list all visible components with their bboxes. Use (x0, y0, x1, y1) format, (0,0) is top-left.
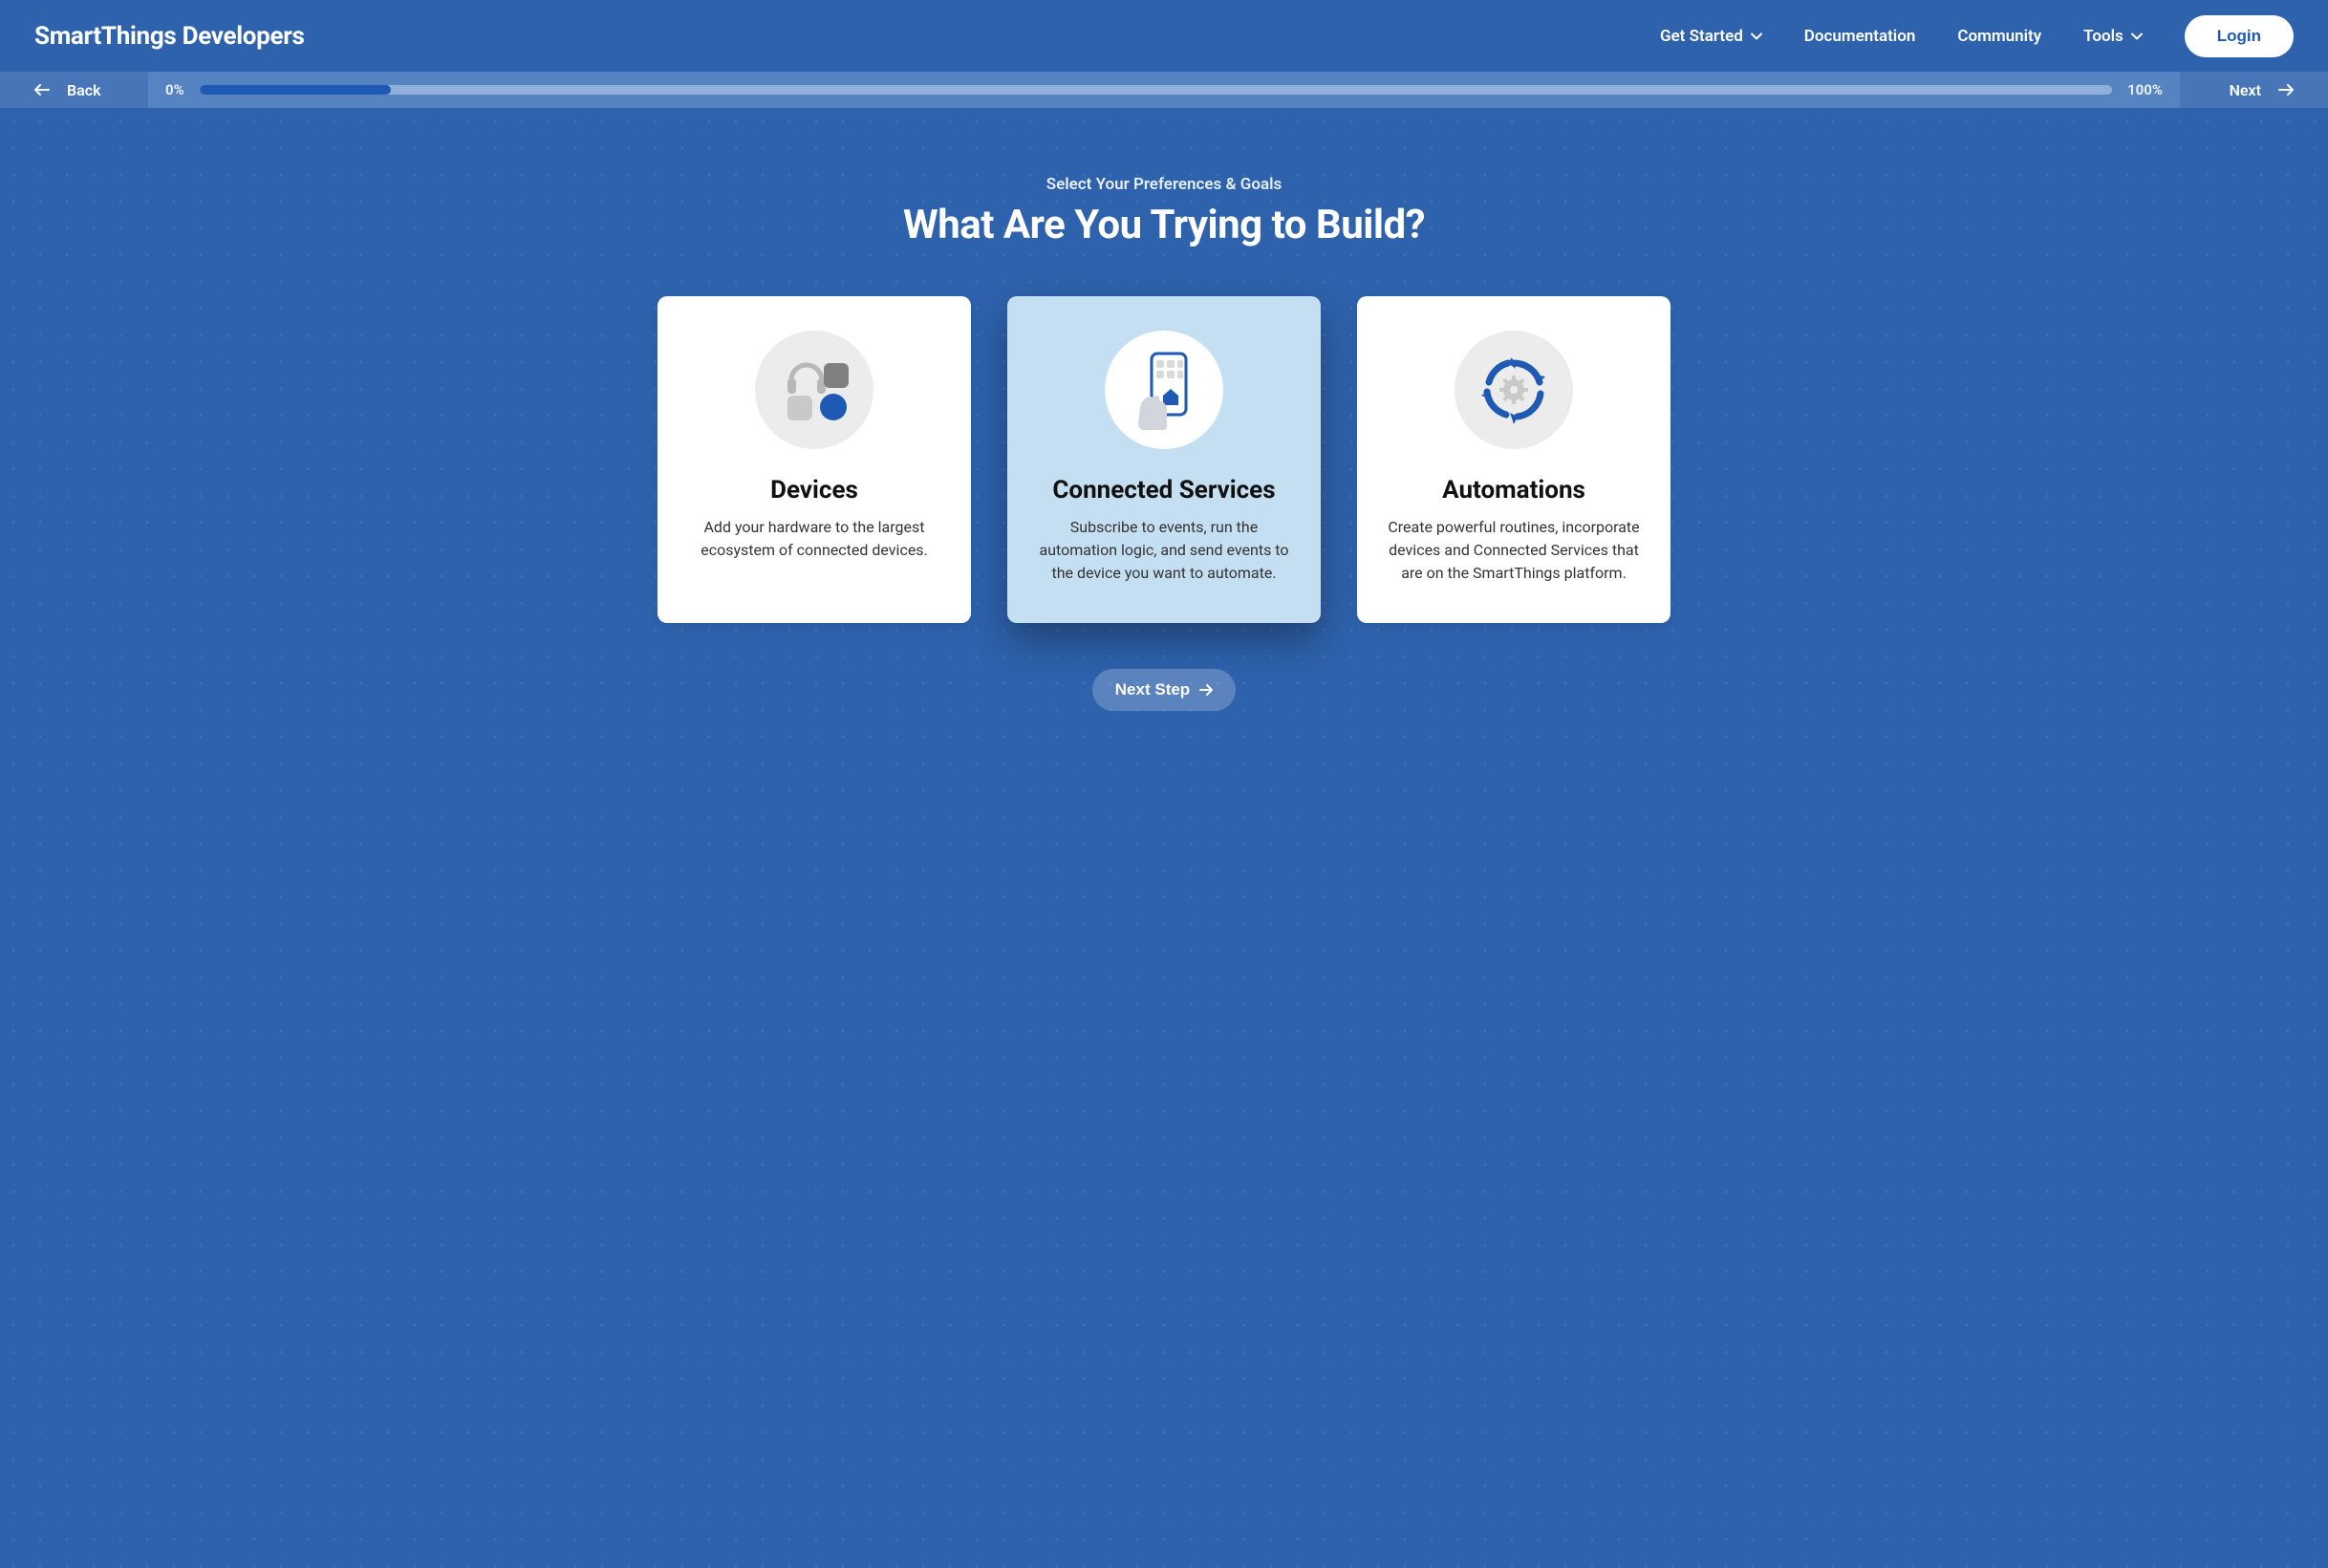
next-step-button[interactable]: Next Step (1092, 669, 1236, 711)
arrow-left-icon (34, 84, 50, 96)
main-content: Select Your Preferences & Goals What Are… (0, 108, 2328, 826)
nav-documentation[interactable]: Documentation (1804, 27, 1916, 46)
progress-end-label: 100% (2127, 81, 2163, 98)
page-title: What Are You Trying to Build? (0, 202, 2328, 248)
connected-services-icon (1105, 331, 1223, 449)
wizard-progress-row: Back 0% 100% Next (0, 72, 2328, 108)
progress-bar-container: 0% 100% (148, 72, 2180, 108)
next-step-label: Next Step (1115, 680, 1190, 699)
nav-tools-label: Tools (2083, 27, 2123, 46)
card-devices-desc: Add your hardware to the largest ecosyst… (684, 516, 944, 562)
arrow-right-icon (1199, 684, 1213, 696)
nav-get-started-label: Get Started (1660, 27, 1743, 46)
option-cards: Devices Add your hardware to the largest… (0, 296, 2328, 623)
card-devices[interactable]: Devices Add your hardware to the largest… (657, 296, 971, 623)
back-label: Back (67, 81, 101, 99)
next-button[interactable]: Next (2180, 72, 2328, 108)
page-eyebrow: Select Your Preferences & Goals (0, 175, 2328, 194)
arrow-right-icon (2278, 84, 2294, 96)
card-automations-desc: Create powerful routines, incorporate de… (1384, 516, 1644, 585)
progress-start-label: 0% (165, 81, 184, 98)
card-connected-services-desc: Subscribe to events, run the automation … (1034, 516, 1294, 585)
site-header: SmartThings Developers Get Started Docum… (0, 0, 2328, 72)
site-logo[interactable]: SmartThings Developers (34, 22, 305, 51)
nav-tools[interactable]: Tools (2083, 27, 2143, 46)
card-devices-title: Devices (770, 476, 858, 505)
card-connected-services-title: Connected Services (1052, 476, 1275, 505)
progress-track (200, 85, 2112, 95)
card-automations-title: Automations (1442, 476, 1585, 505)
automations-icon (1455, 331, 1573, 449)
progress-fill (200, 85, 391, 95)
nav-get-started[interactable]: Get Started (1660, 27, 1762, 46)
devices-icon (755, 331, 873, 449)
chevron-down-icon (2131, 32, 2143, 40)
next-label: Next (2230, 81, 2261, 99)
nav-community[interactable]: Community (1957, 27, 2041, 46)
main-nav: Get Started Documentation Community Tool… (1660, 15, 2294, 57)
back-button[interactable]: Back (0, 72, 148, 108)
card-automations[interactable]: Automations Create powerful routines, in… (1357, 296, 1671, 623)
chevron-down-icon (1751, 32, 1762, 40)
card-connected-services[interactable]: Connected Services Subscribe to events, … (1007, 296, 1321, 623)
login-button[interactable]: Login (2185, 15, 2294, 57)
